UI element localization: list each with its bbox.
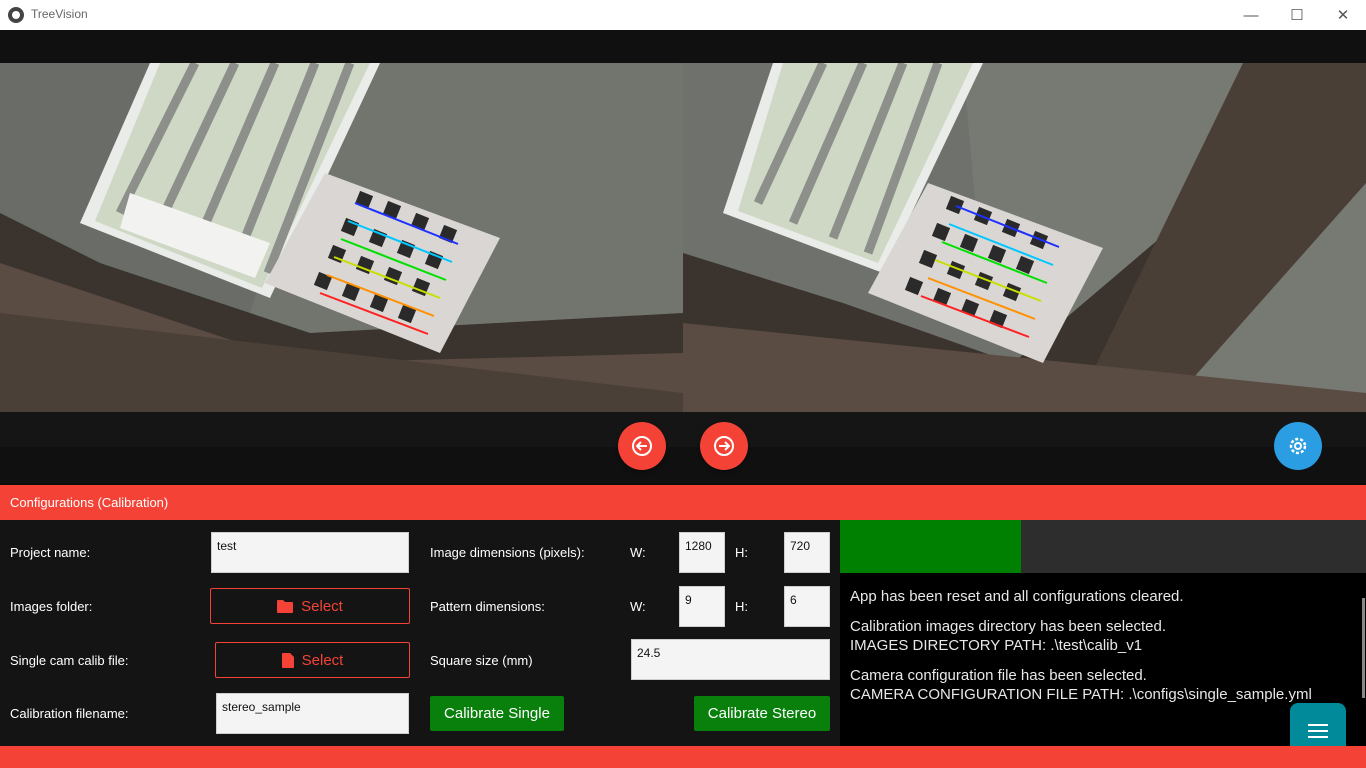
single-cam-calib-label: Single cam calib file: [10,653,129,668]
images-folder-label: Images folder: [10,599,93,614]
single-cam-calib-select-label: Select [301,651,344,669]
calibrate-single-button[interactable]: Calibrate Single [430,696,564,731]
folder-icon [277,599,294,613]
pattern-dimensions-label: Pattern dimensions: [430,599,545,614]
log-scrollbar[interactable] [1362,598,1365,698]
square-size-label: Square size (mm) [430,653,533,668]
close-window-button[interactable]: ✕ [1320,0,1366,30]
pattern-width-label: W: [630,599,646,614]
configurations-header: Configurations (Calibration) [0,485,1366,520]
square-size-input[interactable]: 24.5 [631,639,830,680]
progress-fill [840,520,1022,573]
camera-settings-button[interactable] [1274,422,1322,470]
image-height-input[interactable]: 720 [784,532,830,573]
image-width-label: W: [630,545,646,560]
cog-sync-icon [1289,437,1307,455]
calibration-progress-bar [840,520,1366,573]
image-height-label: H: [735,545,748,560]
image-dimensions-label: Image dimensions (pixels): [430,545,585,560]
file-icon [281,652,294,668]
arrow-right-circle-icon [714,436,734,456]
title-bar: TreeVision — ☐ ✕ [0,0,1366,30]
project-name-input[interactable]: test [211,532,409,573]
configuration-panel: Project name: test Images folder: Select… [0,520,840,746]
log-entry: Calibration images directory has been se… [850,618,1167,654]
pattern-height-input[interactable]: 6 [784,586,830,627]
calibration-filename-label: Calibration filename: [10,706,129,721]
left-camera-preview [0,63,683,412]
camera-nav-bar [0,447,1366,483]
log-entry: Camera configuration file has been selec… [850,667,1312,703]
images-folder-select-button[interactable]: Select [210,588,410,624]
maximize-button[interactable]: ☐ [1274,0,1320,30]
project-name-label: Project name: [10,545,91,560]
log-entry: App has been reset and all configuration… [850,588,1184,605]
top-toolbar [0,30,1366,63]
previous-image-button[interactable] [618,422,666,470]
calibration-filename-input[interactable]: stereo_sample [216,693,409,734]
pattern-width-input[interactable]: 9 [679,586,725,627]
images-folder-select-label: Select [301,597,343,615]
status-log[interactable]: App has been reset and all configuration… [840,573,1366,746]
minimize-button[interactable]: — [1228,0,1274,30]
arrow-left-circle-icon [632,436,652,456]
bottom-bar [0,746,1366,768]
calibrate-stereo-button[interactable]: Calibrate Stereo [694,696,830,731]
camera-nav-overlay [0,412,1366,447]
image-width-input[interactable]: 1280 [679,532,725,573]
window-title: TreeVision [31,7,88,21]
right-camera-preview [683,63,1366,412]
next-image-button[interactable] [700,422,748,470]
pattern-height-label: H: [735,599,748,614]
single-cam-calib-select-button[interactable]: Select [215,642,410,678]
menu-icon [1308,724,1328,738]
app-logo-icon [8,7,24,23]
